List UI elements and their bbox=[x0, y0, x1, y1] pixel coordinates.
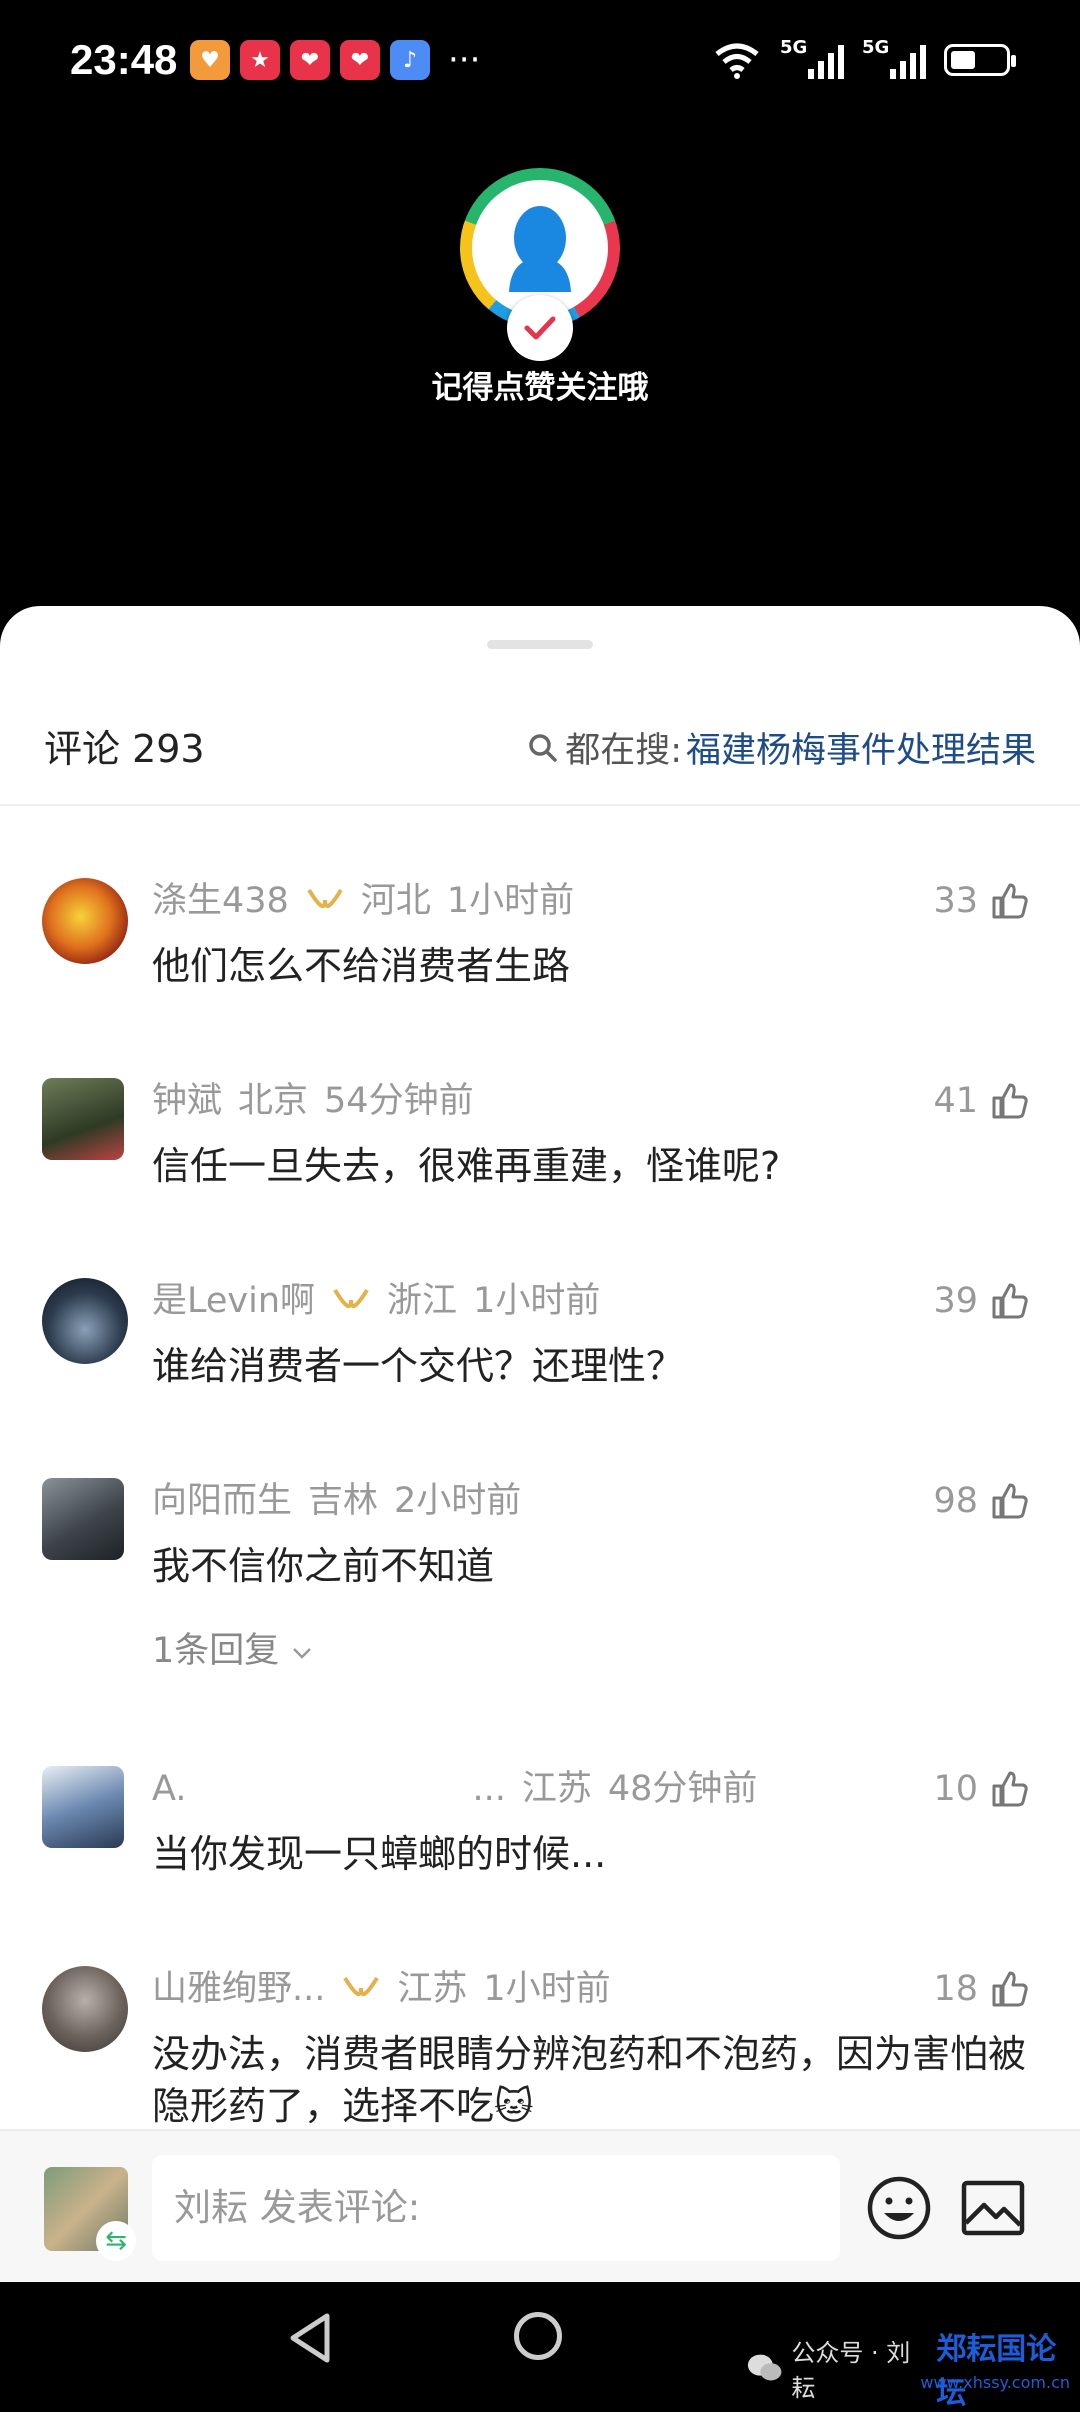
comment-region: 河北 bbox=[360, 881, 431, 921]
signal-icon: 5G bbox=[862, 37, 926, 79]
notification-icons: ♥ ★ ❤ ❤ ♪ ··· bbox=[190, 40, 480, 80]
hot-search-link[interactable]: 都在搜: 福建杨梅事件处理结果 bbox=[527, 722, 1036, 773]
like-button[interactable]: 39 bbox=[933, 1278, 1030, 1324]
thumbs-up-icon bbox=[992, 1083, 1028, 1119]
heart-app-icon: ♥ bbox=[190, 40, 230, 80]
comment-time: 48分钟前 bbox=[607, 1769, 758, 1809]
comment-time: 1小时前 bbox=[473, 1281, 601, 1321]
watermark-url: www.xhssy.com.cn bbox=[920, 2373, 1070, 2392]
like-button[interactable]: 41 bbox=[933, 1078, 1030, 1124]
image-icon[interactable] bbox=[960, 2179, 1026, 2237]
watermark-brand: 郑耘国论坛 bbox=[936, 2332, 1057, 2411]
penguin-icon bbox=[509, 206, 571, 292]
comment-text: 信任一旦失去，很难再重建，怪谁呢? bbox=[152, 1144, 781, 1188]
comment-region: 江苏 bbox=[521, 1769, 592, 1809]
fan-badge-icon bbox=[343, 1976, 380, 1997]
music-app-icon: ♪ bbox=[390, 40, 430, 80]
comment-time: 1小时前 bbox=[483, 1969, 611, 2009]
check-icon bbox=[524, 316, 556, 340]
watermark-text: 公众号 · 刘耘 bbox=[791, 2339, 911, 2402]
comment-username[interactable]: A. bbox=[152, 1769, 186, 1809]
fan-badge-icon bbox=[333, 1288, 369, 1309]
comments-sheet: 评论 293 都在搜: 福建杨梅事件处理结果 涤生438 河北 1小时前 33 他们… bbox=[0, 606, 1080, 2282]
thumbs-up-icon bbox=[992, 1971, 1028, 2007]
like-count: 18 bbox=[933, 1969, 978, 2009]
comment-region: 江苏 bbox=[397, 1969, 468, 2009]
comment-time: 54分钟前 bbox=[324, 1081, 474, 1121]
comment-text: 当你发现一只蟑螂的时候... bbox=[152, 1832, 607, 1876]
watermark: 公众号 · 刘耘 郑耘国论坛 bbox=[745, 2324, 1080, 2412]
back-icon[interactable] bbox=[285, 2310, 335, 2366]
hot-search-term[interactable]: 福建杨梅事件处理结果 bbox=[686, 722, 1036, 773]
comment-text: 我不信你之前不知道 bbox=[152, 1544, 495, 1588]
wechat-icon bbox=[747, 2354, 782, 2381]
like-count: 98 bbox=[933, 1481, 978, 1521]
fan-badge-icon bbox=[307, 888, 343, 909]
comment-region: 北京 bbox=[238, 1081, 309, 1121]
avatar[interactable] bbox=[42, 1078, 124, 1160]
comment-text: 他们怎么不给消费者生路 bbox=[152, 944, 571, 988]
comment-text: 谁给消费者一个交代？还理性？ bbox=[152, 1344, 685, 1388]
switch-account-icon[interactable]: ⇆ bbox=[96, 2221, 136, 2261]
comments-header: 评论 293 都在搜: 福建杨梅事件处理结果 bbox=[0, 606, 1080, 806]
battery-icon bbox=[944, 44, 1016, 76]
signal-icon: 5G bbox=[780, 37, 844, 79]
username-ellipsis: ... bbox=[472, 1769, 506, 1809]
thumbs-up-icon bbox=[992, 1283, 1028, 1319]
avatar[interactable] bbox=[42, 1966, 128, 2052]
comment-username[interactable]: 山雅绚野... bbox=[152, 1969, 325, 2009]
comment-time: 1小时前 bbox=[446, 881, 575, 921]
view-replies-button[interactable]: 1条回复 bbox=[152, 1622, 314, 1673]
avatar[interactable] bbox=[42, 1766, 124, 1848]
search-icon bbox=[529, 733, 557, 762]
follow-button[interactable] bbox=[507, 295, 573, 361]
comment-count: 评论 293 bbox=[44, 727, 205, 771]
like-count: 41 bbox=[933, 1081, 978, 1121]
emoji-icon[interactable] bbox=[866, 2175, 932, 2241]
shopping-app-icon: ★ bbox=[240, 40, 280, 80]
like-count: 33 bbox=[933, 881, 978, 921]
comment-time: 2小时前 bbox=[394, 1481, 522, 1521]
comment-username[interactable]: 钟斌 bbox=[152, 1081, 222, 1121]
comment-input[interactable]: 刘耘 发表评论: bbox=[152, 2155, 840, 2261]
thumbs-up-icon bbox=[992, 1771, 1028, 1807]
status-bar: 23:48 ♥ ★ ❤ ❤ ♪ ··· 5G 5G bbox=[0, 0, 1080, 130]
comment-text: 没办法，消费者眼睛分辨泡药和不泡药，因为害怕被隐形药了，选择不吃🐱 bbox=[152, 2032, 1027, 2128]
thumbs-up-icon bbox=[992, 1483, 1028, 1519]
like-button[interactable]: 33 bbox=[933, 878, 1030, 924]
follow-prompt: 记得点赞关注哦 bbox=[431, 370, 649, 406]
like-count: 39 bbox=[933, 1281, 978, 1321]
heart-app-icon: ❤ bbox=[340, 40, 380, 80]
chevron-down-icon bbox=[293, 1648, 312, 1659]
comment-input-bar: ⇆ 刘耘 发表评论: bbox=[0, 2129, 1080, 2284]
heart-app-icon: ❤ bbox=[290, 40, 330, 80]
like-button[interactable]: 18 bbox=[933, 1966, 1030, 2012]
wifi-icon bbox=[715, 43, 759, 79]
comment-username[interactable]: 涤生438 bbox=[152, 881, 289, 921]
comment-region: 吉林 bbox=[308, 1481, 379, 1521]
system-nav-bar: 公众号 · 刘耘 郑耘国论坛 www.xhssy.com.cn bbox=[0, 2282, 1080, 2411]
status-time: 23:48 bbox=[70, 36, 178, 83]
avatar[interactable] bbox=[42, 1478, 124, 1560]
hot-search-label: 都在搜: bbox=[565, 731, 682, 771]
reply-count: 1条回复 bbox=[152, 1631, 280, 1671]
avatar[interactable] bbox=[42, 1278, 128, 1364]
comment-region: 浙江 bbox=[387, 1281, 458, 1321]
comment-username[interactable]: 是Levin啊 bbox=[152, 1281, 315, 1321]
like-button[interactable]: 10 bbox=[933, 1766, 1030, 1812]
thumbs-up-icon bbox=[992, 883, 1028, 919]
like-count: 10 bbox=[933, 1769, 978, 1809]
home-icon[interactable] bbox=[514, 2312, 562, 2360]
like-button[interactable]: 98 bbox=[933, 1478, 1030, 1524]
avatar[interactable] bbox=[42, 878, 128, 964]
comment-username[interactable]: 向阳而生 bbox=[152, 1481, 292, 1521]
more-notifications-icon: ··· bbox=[448, 40, 481, 80]
